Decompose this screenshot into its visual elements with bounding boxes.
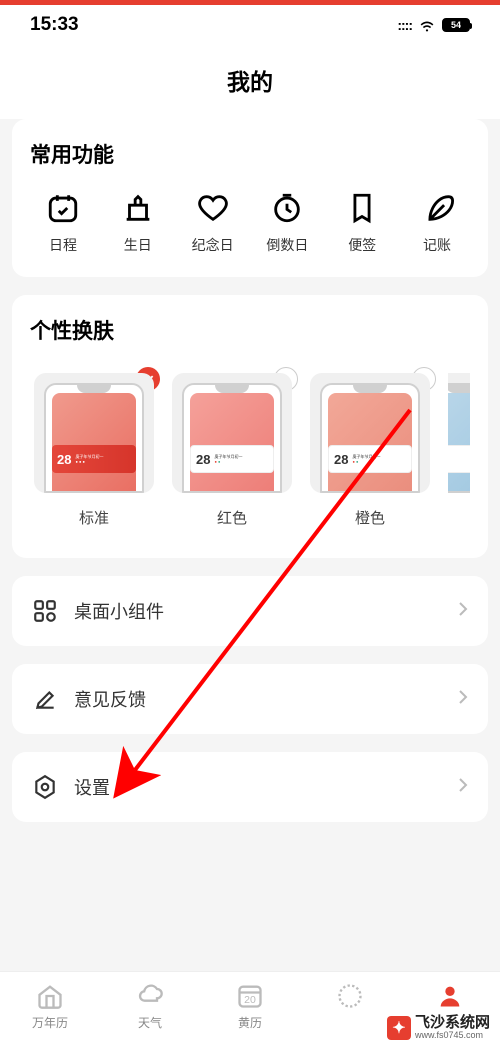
list-label: 意见反馈 xyxy=(74,686,442,712)
clock-icon xyxy=(270,191,304,225)
feedback-item[interactable]: 意见反馈 xyxy=(12,664,488,734)
theme-orange[interactable]: 28 庚子年节月初一● ● 橙色 xyxy=(310,373,430,528)
watermark-main: 飞沙系统网 xyxy=(415,1015,490,1032)
tab-label: 万年历 xyxy=(32,1014,68,1031)
theme-partial[interactable]: 28 xyxy=(448,373,470,528)
calendar-day-icon: 20 xyxy=(236,982,264,1010)
edit-icon xyxy=(32,686,58,712)
page-title: 我的 xyxy=(0,45,500,119)
func-label: 便签 xyxy=(348,235,376,255)
func-label: 记账 xyxy=(423,235,451,255)
func-label: 倒数日 xyxy=(266,235,308,255)
func-countdown[interactable]: 倒数日 xyxy=(258,191,316,255)
settings-item[interactable]: 设置 xyxy=(12,752,488,822)
tab-weather[interactable]: 天气 xyxy=(110,982,190,1031)
status-right: :::: 54 xyxy=(397,17,470,33)
list-label: 桌面小组件 xyxy=(74,598,442,624)
themes-card: 个性换肤 28 庚子年节月初一● ● ● 标准 xyxy=(12,295,488,558)
cake-icon xyxy=(121,191,155,225)
list-label: 设置 xyxy=(74,774,442,800)
widgets-item[interactable]: 桌面小组件 xyxy=(12,576,488,646)
compass-icon xyxy=(336,982,364,1010)
bookmark-icon xyxy=(345,191,379,225)
calendar-check-icon xyxy=(46,191,80,225)
common-functions-title: 常用功能 xyxy=(30,139,470,169)
func-label: 生日 xyxy=(124,235,152,255)
status-bar: 15:33 :::: 54 xyxy=(0,5,500,45)
func-label: 纪念日 xyxy=(192,235,234,255)
tab-label: 天气 xyxy=(138,1014,162,1031)
watermark-logo: ✦ xyxy=(387,1016,411,1040)
tab-discover[interactable] xyxy=(310,982,390,1014)
watermark: ✦ 飞沙系统网 www.fs0745.com xyxy=(387,1015,490,1041)
chevron-right-icon xyxy=(458,689,468,710)
chevron-right-icon xyxy=(458,601,468,622)
cloud-icon xyxy=(136,982,164,1010)
gear-icon xyxy=(32,774,58,800)
func-birthday[interactable]: 生日 xyxy=(109,191,167,255)
theme-label: 标准 xyxy=(79,507,109,528)
func-accounting[interactable]: 记账 xyxy=(408,191,466,255)
feather-icon xyxy=(420,191,454,225)
wifi-icon xyxy=(418,18,436,32)
tab-calendar[interactable]: 万年历 xyxy=(10,982,90,1031)
func-label: 日程 xyxy=(49,235,77,255)
func-schedule[interactable]: 日程 xyxy=(34,191,92,255)
battery-icon: 54 xyxy=(442,18,470,32)
house-icon xyxy=(36,982,64,1010)
func-notes[interactable]: 便签 xyxy=(333,191,391,255)
watermark-url: www.fs0745.com xyxy=(415,1031,490,1041)
theme-standard[interactable]: 28 庚子年节月初一● ● ● 标准 xyxy=(34,373,154,528)
themes-title: 个性换肤 xyxy=(30,315,470,345)
theme-red[interactable]: 28 庚子年节月初一● ● 红色 xyxy=(172,373,292,528)
tab-label: 黄历 xyxy=(238,1014,262,1031)
func-anniversary[interactable]: 纪念日 xyxy=(184,191,242,255)
tab-huangli[interactable]: 20 黄历 xyxy=(210,982,290,1031)
status-time: 15:33 xyxy=(30,14,79,36)
chevron-right-icon xyxy=(458,777,468,798)
common-functions-card: 常用功能 日程 生日 纪念日 xyxy=(12,119,488,277)
widgets-icon xyxy=(32,598,58,624)
theme-label: 红色 xyxy=(217,507,247,528)
signal-icon: :::: xyxy=(397,17,412,33)
heart-icon xyxy=(196,191,230,225)
theme-label: 橙色 xyxy=(355,507,385,528)
tab-me[interactable] xyxy=(410,982,490,1014)
svg-text:20: 20 xyxy=(244,994,256,1006)
person-icon xyxy=(436,982,464,1010)
